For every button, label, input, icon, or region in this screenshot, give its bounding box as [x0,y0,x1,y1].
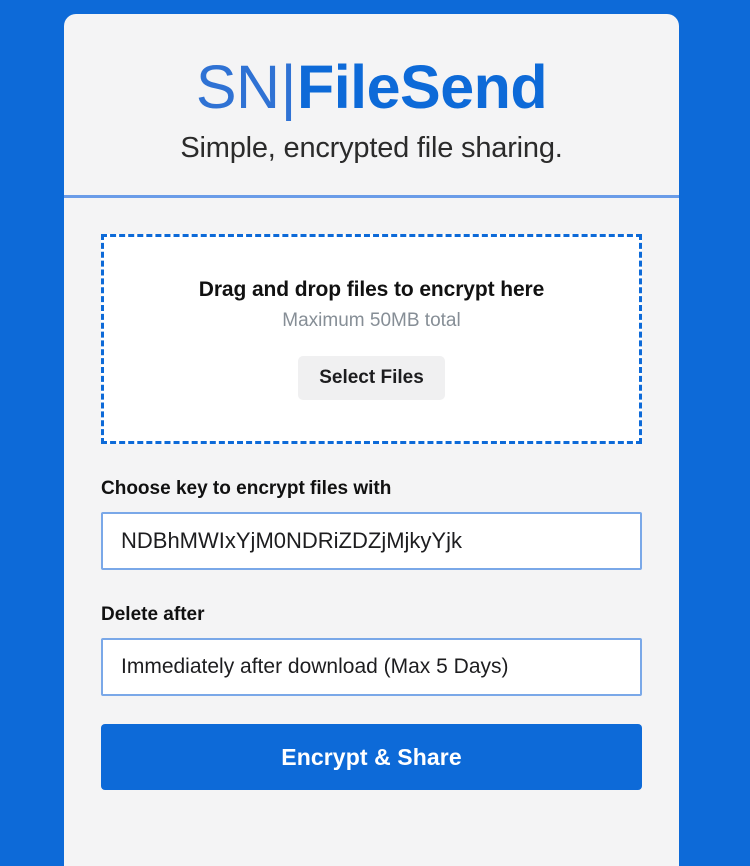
delete-after-selected-value: Immediately after download (Max 5 Days) [121,655,509,679]
delete-after-label: Delete after [101,604,205,626]
encrypt-and-share-button[interactable]: Encrypt & Share [101,724,642,791]
tagline: Simple, encrypted file sharing. [180,132,563,165]
encryption-key-input[interactable] [101,512,642,571]
brand-prefix: SN [195,53,280,121]
key-field-label: Choose key to encrypt files with [101,478,392,500]
brand-title: SN|FileSend [64,56,679,118]
select-files-button[interactable]: Select Files [298,356,445,401]
delete-after-select[interactable]: Immediately after download (Max 5 Days) [101,638,642,697]
card-body: Drag and drop files to encrypt here Maxi… [64,198,679,791]
dropzone-size-limit: Maximum 50MB total [282,310,461,332]
card-header: SN|FileSend Simple, encrypted file shari… [64,14,679,199]
brand-separator: | [280,53,297,121]
file-dropzone[interactable]: Drag and drop files to encrypt here Maxi… [101,234,642,445]
dropzone-title: Drag and drop files to encrypt here [198,278,545,302]
brand-name: FileSend [296,53,548,121]
filesend-card: SN|FileSend Simple, encrypted file shari… [64,14,679,866]
app-root: SN|FileSend Simple, encrypted file shari… [0,0,750,866]
